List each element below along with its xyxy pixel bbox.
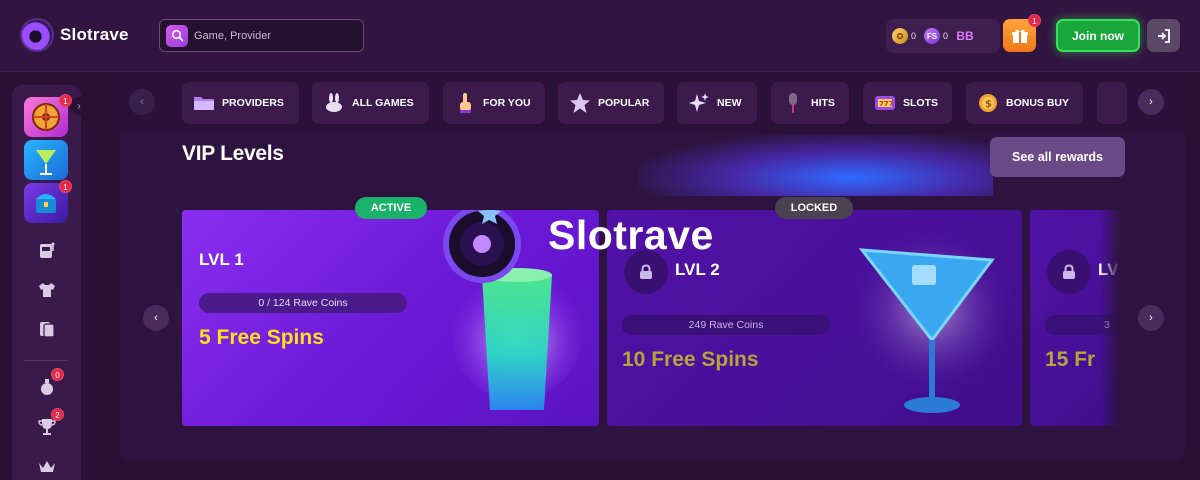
search-icon [166,24,188,47]
vip-next-button[interactable]: › [1138,305,1164,331]
tab-label: HITS [811,97,835,109]
vip-level-card-1[interactable]: LVL 1 0 / 124 Rave Coins 5 Free Spins [182,210,599,426]
header-glow [638,134,993,196]
search-box[interactable] [159,19,364,52]
vip-ring-icon [443,210,521,283]
bonus-balance-icon: BB [956,29,974,43]
tab-label: SLOTS [903,97,939,109]
cocktail-icon [36,150,56,175]
tab-label: POPULAR [598,97,650,109]
gift-button[interactable]: 1 [1003,14,1041,52]
sidebar-trophy-icon[interactable]: 2 [36,408,64,438]
tab-all-games[interactable]: ALL GAMES [312,82,429,124]
wheel-badge: 1 [59,94,72,107]
sidebar-item-cocktail[interactable] [24,140,68,180]
tab-slots[interactable]: 777 SLOTS [863,82,952,124]
level-reward: 15 Fr [1045,348,1096,371]
coin-icon: $ [977,92,999,114]
status-badge-active: ACTIVE [355,197,427,219]
status-badge-locked: LOCKED [775,197,853,219]
sidebar-shirt-icon[interactable] [36,279,58,301]
martini-glass-icon [847,225,1017,413]
level-progress: 0 / 124 Rave Coins [199,293,407,313]
see-all-rewards-button[interactable]: See all rewards [990,137,1125,177]
chest-badge: 1 [59,180,72,193]
sidebar-expand-icon[interactable]: › [70,97,88,115]
bonus-balance: BB [956,28,974,44]
trophy-badge: 2 [51,408,64,421]
tab-label: NEW [717,97,742,109]
tab-providers[interactable]: PROVIDERS [182,82,299,124]
level-reward: 10 Free Spins [622,348,759,371]
level-label: LVL 2 [675,260,720,279]
vip-prev-button[interactable]: ‹ [143,305,169,331]
pointing-hand-icon [454,92,476,114]
logo-icon [22,20,52,50]
level-reward: 5 Free Spins [199,326,324,349]
lock-icon [1047,250,1091,294]
level-label: LVL 1 [199,250,244,269]
login-button[interactable] [1147,19,1180,52]
rave-coin-balance: ✪ 0 [892,28,916,44]
brand-watermark: Slotrave [548,212,714,258]
sparkle-icon [688,92,710,114]
sidebar-slot-machine-icon[interactable] [36,239,58,261]
tab-label: FOR YOU [483,97,531,109]
level-progress: 249 Rave Coins [622,315,830,335]
slot-machine-icon: 777 [874,92,896,114]
tabs-prev-button[interactable]: ‹ [129,89,155,115]
join-now-button[interactable]: Join now [1056,19,1140,52]
rave-coin-icon: ✪ [892,28,908,44]
tab-hits[interactable]: HITS [771,82,849,124]
svg-text:777: 777 [879,100,894,108]
tab-new[interactable]: NEW [677,82,757,124]
sidebar-item-chest[interactable]: 1 [24,180,72,223]
sidebar-cards-icon[interactable] [36,318,58,340]
sidebar-bottle-icon[interactable]: 0 [36,368,64,398]
tabs-next-button[interactable]: › [1138,89,1164,115]
tab-popular[interactable]: POPULAR [558,82,664,124]
vip-levels-title: VIP Levels [182,142,284,165]
bottle-badge: 0 [51,368,64,381]
free-spins-icon: FS [924,28,941,44]
tab-label: PROVIDERS [222,97,284,109]
tab-partial[interactable] [1097,82,1127,124]
tab-label: BONUS BUY [1006,97,1070,109]
free-spins-balance: FS 0 [924,28,948,44]
folder-icon [193,92,215,114]
tab-bonus-buy[interactable]: $ BONUS BUY [966,82,1083,124]
balances-bar[interactable]: ✪ 0 FS 0 BB [886,19,1000,53]
sidebar-item-wheel[interactable]: 1 [24,94,72,137]
logo-text: Slotrave [60,25,129,44]
sidebar-divider [24,360,68,361]
microphone-icon [782,92,804,114]
rabbit-icon [323,92,345,114]
site-logo[interactable]: Slotrave [22,20,129,50]
gift-badge: 1 [1028,14,1041,27]
free-spins-value: 0 [943,31,949,41]
tab-for-you[interactable]: FOR YOU [443,82,545,124]
star-icon [569,92,591,114]
cards-fade [1100,205,1120,430]
svg-text:$: $ [985,99,992,110]
rave-coin-value: 0 [911,31,917,41]
search-input[interactable] [194,29,354,42]
login-icon [1157,28,1170,43]
tab-label: ALL GAMES [352,97,414,109]
gift-icon [1011,29,1028,43]
sidebar-crown-icon[interactable] [36,456,58,478]
